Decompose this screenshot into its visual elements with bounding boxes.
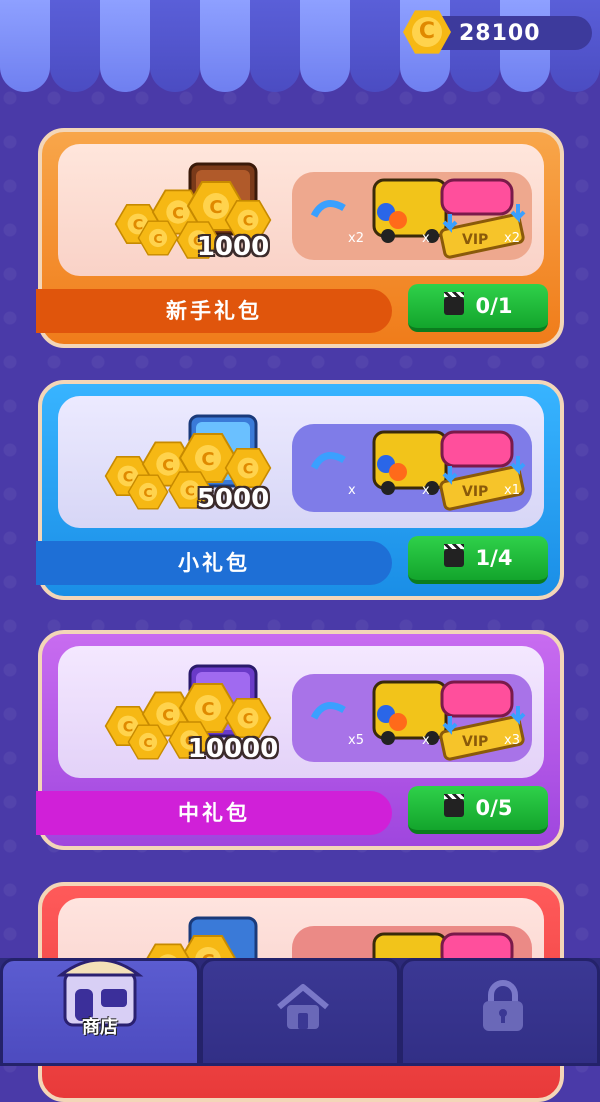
svg-text:VIP: VIP — [462, 232, 488, 248]
undo-arrow-icon — [310, 200, 346, 218]
pack-card-medium[interactable]: 10000 x5 x VIP x3 中礼包 0/5 — [36, 630, 564, 850]
watch-ad-button[interactable]: 0/5 — [408, 786, 548, 834]
reward-items-box: x2 x VIP x2 — [292, 172, 532, 260]
svg-text:VIP: VIP — [462, 734, 488, 750]
svg-text:x: x — [422, 483, 430, 498]
svg-text:x3: x3 — [504, 733, 520, 748]
watch-ad-button[interactable]: 0/1 — [408, 284, 548, 332]
pack-name-ribbon: 小礼包 — [36, 541, 392, 585]
svg-text:x5: x5 — [348, 733, 364, 748]
pack-name-ribbon: 新手礼包 — [36, 289, 392, 333]
pack-preview-panel: 1000 x2 x VIP x2 — [58, 144, 544, 276]
reward-items-box: x5 x VIP x3 — [292, 674, 532, 762]
reward-items-box: x x VIP x1 — [292, 424, 532, 512]
pack-preview-panel: 5000 x x VIP x1 — [58, 396, 544, 528]
tab-locked[interactable] — [400, 958, 600, 1066]
home-icon — [277, 984, 329, 1029]
svg-text:VIP: VIP — [462, 484, 488, 500]
clapperboard-icon — [443, 794, 464, 817]
bottom-nav: 商店 — [0, 958, 600, 1066]
svg-text:x1: x1 — [504, 483, 520, 498]
pack-card-small[interactable]: 5000 x x VIP x1 小礼包 1/4 — [36, 380, 564, 600]
coin-balance: 28100 — [459, 21, 541, 46]
pack-preview-panel: 10000 x5 x VIP x3 — [58, 646, 544, 778]
undo-arrow-icon — [310, 702, 346, 720]
tab-shop-label: 商店 — [82, 1017, 118, 1038]
svg-text:x: x — [348, 483, 356, 498]
ad-progress: 0/5 — [475, 796, 513, 820]
coin-balance-box: C 28100 — [403, 10, 592, 54]
tab-home[interactable] — [200, 958, 400, 1066]
pack-name-ribbon: 中礼包 — [36, 791, 392, 835]
clapperboard-icon — [443, 292, 464, 315]
car-icon — [440, 680, 514, 718]
watch-ad-button[interactable]: 1/4 — [408, 536, 548, 584]
svg-text:x2: x2 — [504, 231, 520, 246]
clapperboard-icon — [443, 544, 464, 567]
pack-card-starter[interactable]: 1000 x2 x VIP x2 新手礼包 0/1 — [36, 128, 564, 348]
car-icon — [440, 430, 514, 468]
ad-progress: 1/4 — [475, 546, 513, 570]
tab-shop[interactable]: 商店 — [0, 958, 200, 1066]
undo-arrow-icon — [310, 452, 346, 470]
svg-text:x: x — [422, 231, 430, 246]
svg-text:x: x — [422, 733, 430, 748]
car-icon — [440, 178, 514, 216]
lock-icon — [483, 980, 523, 1031]
svg-text:x2: x2 — [348, 231, 364, 246]
ad-progress: 0/1 — [475, 294, 513, 318]
